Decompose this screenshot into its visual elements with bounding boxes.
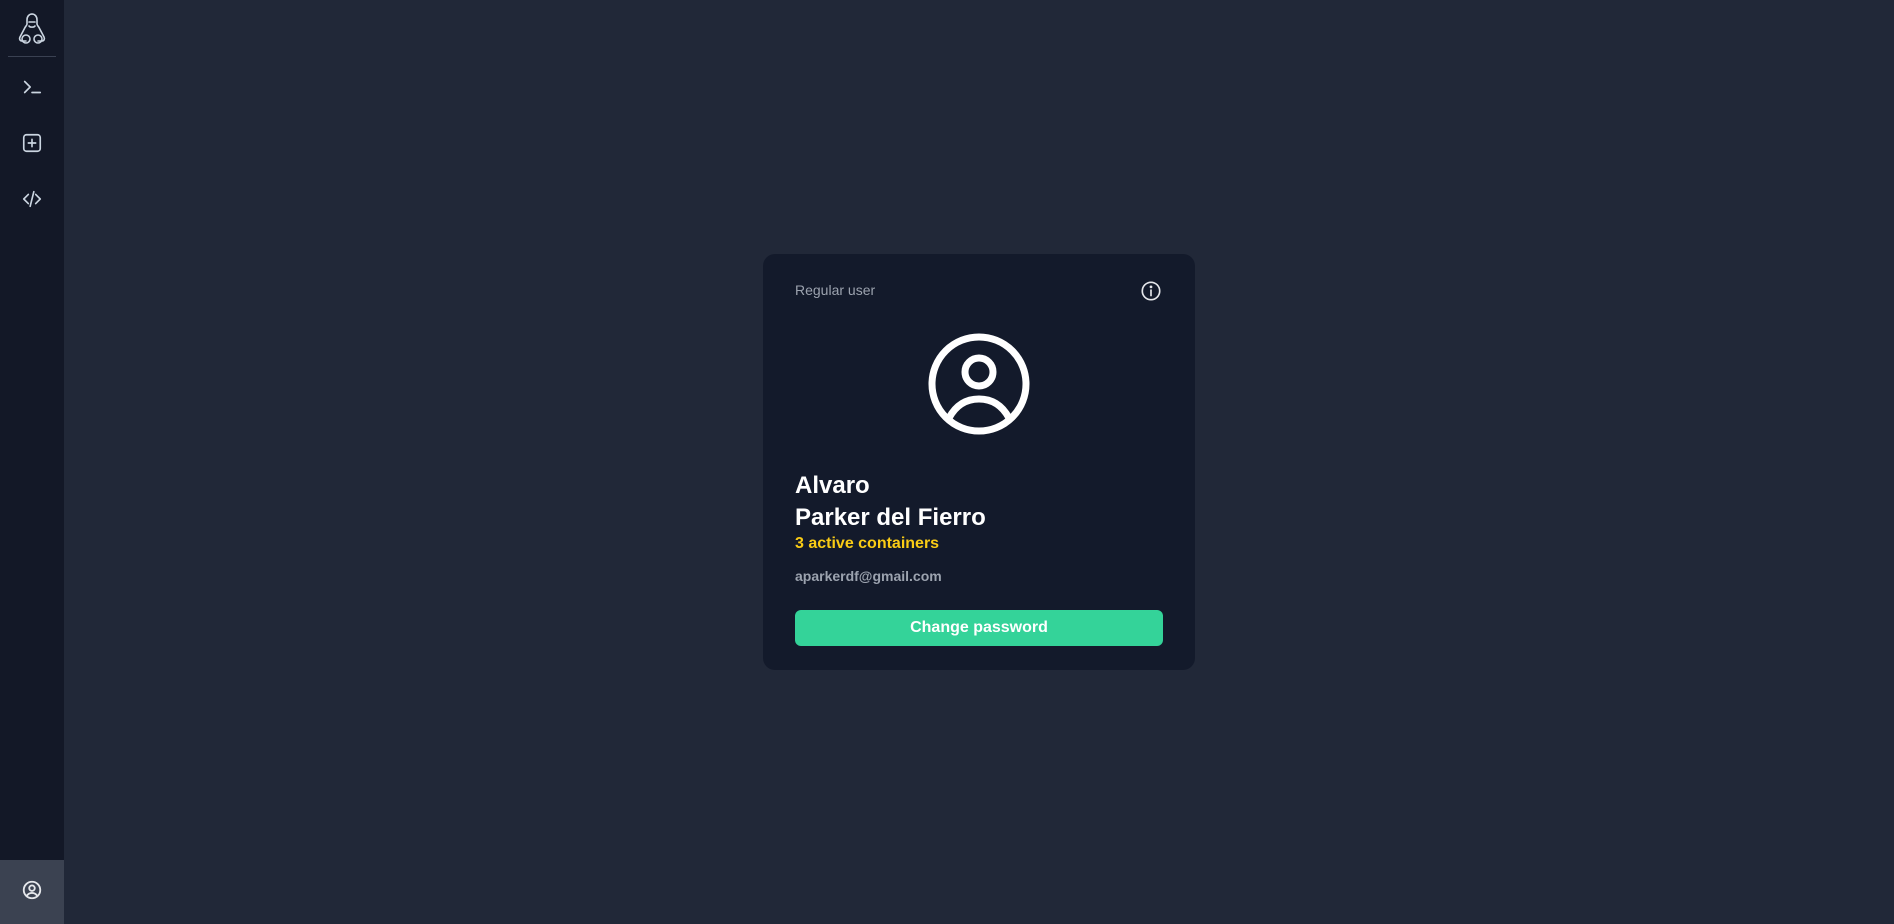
- user-profile-card: Regular user Alvaro Parker del Fierro 3 …: [763, 254, 1195, 670]
- change-password-button[interactable]: Change password: [795, 610, 1163, 646]
- new-container-button[interactable]: [12, 125, 52, 165]
- active-containers-count: 3 active containers: [795, 535, 940, 552]
- user-full-name: Alvaro Parker del Fierro: [795, 470, 986, 534]
- info-circle-icon[interactable]: [1139, 279, 1163, 303]
- user-first-name: Alvaro: [795, 472, 870, 499]
- terminal-icon: [21, 76, 43, 103]
- account-button[interactable]: [0, 860, 64, 924]
- user-last-name: Parker del Fierro: [795, 504, 986, 531]
- user-circle-icon: [21, 879, 43, 906]
- user-role-label: Regular user: [795, 282, 876, 298]
- code-button[interactable]: [12, 181, 52, 221]
- user-avatar-icon: [925, 330, 1033, 438]
- terminal-button[interactable]: [12, 69, 52, 109]
- sidebar-divider: [8, 56, 56, 57]
- user-email: aparkerdf@gmail.com: [795, 568, 942, 584]
- plus-square-icon: [21, 132, 43, 159]
- penguin-logo-icon[interactable]: [0, 0, 64, 56]
- sidebar: [0, 0, 64, 924]
- code-icon: [21, 188, 43, 215]
